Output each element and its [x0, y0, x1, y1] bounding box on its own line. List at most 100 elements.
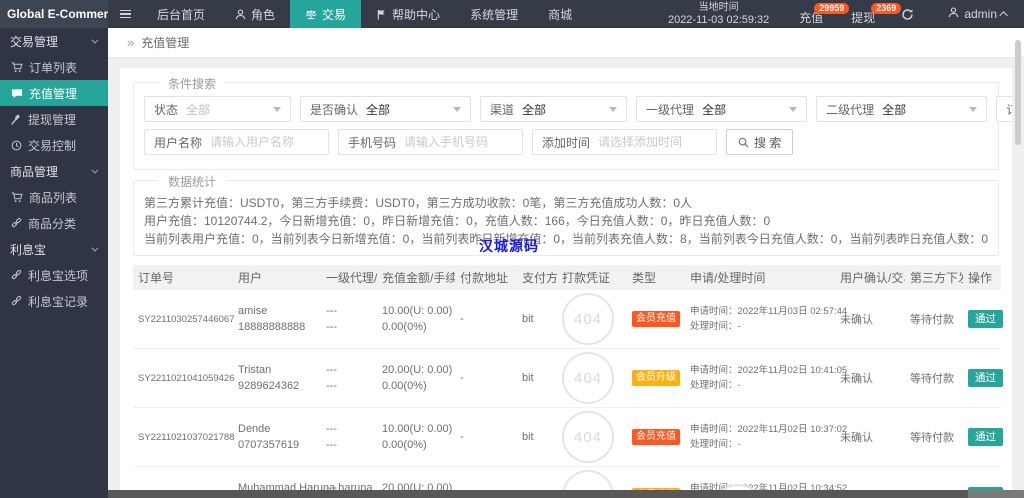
link-icon — [11, 217, 22, 229]
hamburger-menu-icon[interactable] — [108, 0, 142, 28]
column-header: 申请/处理时间 — [685, 265, 835, 290]
sidebar-item[interactable]: 利息宝选项 — [0, 262, 108, 288]
sidebar-item[interactable]: 商品列表 — [0, 184, 108, 210]
approve-button[interactable]: 通过 — [968, 369, 1003, 387]
filter-text-input[interactable] — [210, 135, 329, 149]
agents-cell-line: --- — [326, 423, 337, 435]
caret-down-icon — [273, 106, 282, 112]
sidebar-item[interactable]: 商品分类 — [0, 210, 108, 236]
stats-line: 当前列表用户充值：0，当前列表今日新增充值：0，当前列表昨日新增充值：0，当前列… — [144, 232, 989, 246]
sidebar: 交易管理订单列表充值管理提现管理交易控制 商品管理商品列表商品分类利息宝 利息宝选项… — [0, 28, 108, 498]
nav-item[interactable]: 交易 — [290, 0, 362, 28]
nav-item-label: 商城 — [548, 7, 573, 22]
pay-method-cell: bit — [517, 348, 557, 408]
voucher-404-placeholder[interactable]: 404 — [562, 293, 614, 345]
order-no: SY2211030257446067 — [138, 313, 235, 325]
filter-select[interactable]: 全部 — [882, 101, 986, 118]
horizontal-scrollbar[interactable] — [108, 490, 1024, 498]
time-cell: 申请时间：2022年11月02日 10:34:52处理时间：- — [685, 466, 847, 490]
search-button[interactable]: 搜 索 — [726, 129, 794, 155]
approve-button[interactable]: 通过 — [968, 310, 1003, 328]
action-cell: 通过 — [963, 290, 1003, 349]
filter-select-group: 是否确认 全部 — [300, 96, 472, 122]
filter-select-group: 二级代理 全部 — [816, 96, 988, 122]
sidebar-item[interactable]: 利息宝记录 — [0, 288, 108, 314]
filter-select[interactable]: 全部 — [702, 101, 806, 118]
sidebar-section-header[interactable]: 交易管理 — [0, 28, 108, 54]
stats-panel: 数据统计 第三方累计充值：USDT0，第三方手续费：USDT0，第三方成功收款：… — [133, 173, 999, 256]
voucher-404-placeholder[interactable]: 404 — [562, 470, 614, 490]
filter-row-1: 状态全部是否确认全部渠道全部一级代理全部二级代理全部订单号 — [144, 96, 1012, 122]
time-cell-line: 申请时间：2022年11月02日 10:37:02 — [690, 424, 848, 435]
nav-item-label: 帮助中心 — [392, 7, 441, 22]
time-cell: 申请时间：2022年11月02日 10:41:05 处理时间：- — [685, 348, 847, 408]
filter-select[interactable]: 全部 — [186, 101, 290, 118]
agents-cell-line: --- — [326, 321, 337, 333]
filter-select[interactable]: 全部 — [522, 101, 626, 118]
sidebar-item[interactable]: 订单列表 — [0, 54, 108, 80]
filter-label: 状态 — [154, 102, 179, 117]
nav-item[interactable]: 商城 — [533, 0, 587, 28]
sidebar-section-header[interactable]: 利息宝 — [0, 236, 108, 262]
recharge-alert[interactable]: 充值 29959 — [785, 2, 850, 26]
voucher-cell: 404 — [557, 290, 627, 349]
sidebar-item-label: 商品列表 — [29, 190, 78, 205]
content: 条件搜索 状态全部是否确认全部渠道全部一级代理全部二级代理全部订单号 用户名称手… — [108, 58, 1024, 490]
user-cell-line: amise — [238, 305, 268, 317]
sidebar-item-label: 订单列表 — [29, 60, 78, 75]
sidebar-item[interactable]: 提现管理 — [0, 106, 108, 132]
horizontal-scrollbar-thumb[interactable] — [108, 490, 968, 498]
sidebar-section-header[interactable]: 商品管理 — [0, 158, 108, 184]
nav-item[interactable]: 角色 — [220, 0, 290, 28]
confirm-cell-value: 未确认 — [840, 314, 873, 326]
filter-text-input[interactable] — [404, 135, 523, 149]
address-cell-value: - — [460, 431, 464, 443]
voucher-404-placeholder[interactable]: 404 — [562, 352, 614, 404]
chevron-down-icon — [91, 36, 99, 44]
vertical-scrollbar-thumb[interactable] — [1015, 40, 1021, 145]
sidebar-item-label: 商品分类 — [28, 216, 77, 231]
stats-lines: 第三方累计充值：USDT0，第三方手续费：USDT0，第三方成功收款：0笔，第三… — [144, 194, 988, 248]
flag-icon — [376, 9, 387, 20]
order-no-cell: SY2211021037021788 — [133, 407, 235, 467]
main-area: » 充值管理 条件搜索 状态全部是否确认全部渠道全部一级代理全部二级代理全部订单… — [108, 28, 1024, 498]
amount-cell: 10.00(U: 0.00) 0.00(0%) — [377, 407, 455, 467]
selected-option: 全部 — [522, 102, 547, 117]
selected-option: 全部 — [702, 102, 727, 117]
column-header: 充值金额/手续费 — [377, 265, 455, 290]
link-icon — [11, 269, 22, 281]
cart-icon — [11, 191, 23, 203]
user-menu[interactable]: admin — [926, 7, 1024, 21]
withdraw-alert[interactable]: 提现 2369 — [837, 2, 902, 26]
voucher-404-placeholder[interactable]: 404 — [562, 411, 614, 463]
filter-select-group: 渠道 全部 — [480, 96, 628, 122]
agents-cell: --- --- — [321, 407, 377, 467]
watermark-text: 汉城源码 — [479, 238, 539, 254]
time-cell-line: 处理时间：- — [690, 321, 741, 332]
agents-cell: --- --- — [321, 348, 377, 408]
time-cell-line: 申请时间：2022年11月03日 02:57:44 — [690, 306, 848, 317]
confirm-cell: 未确认 — [835, 407, 905, 467]
third-party-issue-cell: 等待付款 — [905, 407, 963, 467]
table-header-row: 订单号用户一级代理/二级代理充值金额/手续费付款地址支付方式打款凭证类型申请/处… — [133, 265, 1001, 290]
sidebar-item[interactable]: 交易控制 — [0, 132, 108, 158]
nav-item[interactable]: 系统管理 — [455, 0, 533, 28]
address-cell: - — [455, 290, 517, 349]
breadcrumb-chevron-icon: » — [127, 35, 135, 50]
filter-select[interactable]: 全部 — [366, 101, 470, 118]
search-panel-legend: 条件搜索 — [158, 75, 227, 92]
nav-item[interactable]: 后台首页 — [142, 0, 220, 28]
address-cell-value: - — [460, 313, 464, 325]
card: 条件搜索 状态全部是否确认全部渠道全部一级代理全部二级代理全部订单号 用户名称手… — [120, 68, 1012, 490]
user-cell-line: 9289624362 — [238, 380, 300, 392]
nav-item[interactable]: 帮助中心 — [361, 0, 455, 28]
order-no-cell: SY2211030257446067 — [133, 290, 235, 349]
breadcrumb: » 充值管理 — [108, 28, 1024, 58]
sidebar-item-label: 提现管理 — [28, 112, 77, 127]
approve-button[interactable]: 通过 — [968, 428, 1003, 446]
sidebar-item[interactable]: 充值管理 — [0, 80, 108, 106]
filter-text-input[interactable] — [598, 135, 717, 149]
filter-label: 订单号 — [997, 101, 1012, 118]
amount-cell-line: 10.00(U: 0.00) — [382, 305, 453, 317]
third-party-issue-cell: 等待付款 — [905, 466, 963, 490]
